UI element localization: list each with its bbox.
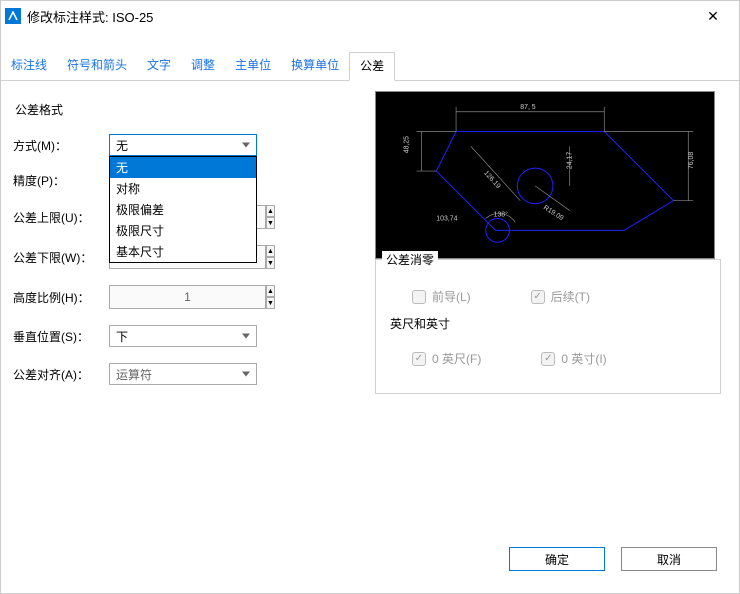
height-up[interactable]: ▲ bbox=[266, 285, 275, 297]
window-title: 修改标注样式: ISO-25 bbox=[27, 7, 153, 26]
precision-label: 精度(P)： bbox=[13, 172, 109, 189]
height-label: 高度比例(H)： bbox=[13, 289, 109, 306]
align-label: 公差对齐(A)： bbox=[13, 366, 109, 383]
tab-alternate[interactable]: 换算单位 bbox=[281, 52, 349, 81]
dim-left: 48,25 bbox=[404, 136, 411, 153]
method-dropdown: 无 对称 极限偏差 极限尺寸 基本尺寸 bbox=[109, 156, 257, 263]
ok-button[interactable]: 确定 bbox=[509, 547, 605, 571]
dim-right: 76,08 bbox=[688, 152, 695, 169]
height-input[interactable] bbox=[109, 285, 266, 309]
vpos-select[interactable]: 下 bbox=[109, 325, 257, 347]
method-select[interactable]: 无 bbox=[109, 134, 257, 156]
feet-label: 0 英尺(F) bbox=[432, 350, 481, 367]
checkbox-icon bbox=[541, 352, 555, 366]
method-label: 方式(M)： bbox=[13, 137, 109, 154]
trailing-label: 后续(T) bbox=[551, 288, 590, 305]
dim-top: 87, 5 bbox=[520, 104, 536, 111]
tolerance-format-legend: 公差格式 bbox=[15, 103, 63, 117]
height-spinner[interactable]: ▲▼ bbox=[109, 285, 257, 309]
tab-symbols[interactable]: 符号和箭头 bbox=[57, 52, 137, 81]
zero-suppress-group: 公差消零 前导(L) 后续(T) 英尺和英寸 0 英尺(F) 0 英寸(I) bbox=[375, 259, 721, 394]
lower-down[interactable]: ▼ bbox=[266, 257, 275, 269]
dim-bottom: 103,74 bbox=[436, 215, 457, 222]
leading-checkbox: 前导(L) bbox=[412, 288, 471, 305]
inch-legend: 英尺和英寸 bbox=[390, 315, 708, 332]
method-select-value: 无 bbox=[116, 139, 128, 153]
vpos-label: 垂直位置(S)： bbox=[13, 328, 109, 345]
tab-tolerance[interactable]: 公差 bbox=[349, 52, 395, 81]
close-button[interactable]: ✕ bbox=[693, 2, 733, 30]
method-option-basic[interactable]: 基本尺寸 bbox=[110, 241, 256, 262]
inches-label: 0 英寸(I) bbox=[561, 350, 606, 367]
align-select[interactable]: 运算符 bbox=[109, 363, 257, 385]
tolerance-format-group: 公差格式 方式(M)： 无 无 对称 极限偏差 极限尺寸 基本尺寸 bbox=[13, 91, 353, 417]
height-down[interactable]: ▼ bbox=[266, 297, 275, 309]
lower-label: 公差下限(W)： bbox=[13, 249, 109, 266]
method-option-deviation[interactable]: 极限偏差 bbox=[110, 199, 256, 220]
dim-mid1: 24,17 bbox=[567, 152, 574, 169]
upper-label: 公差上限(U)： bbox=[13, 209, 109, 226]
tab-lines[interactable]: 标注线 bbox=[1, 52, 57, 81]
checkbox-icon bbox=[412, 290, 426, 304]
tab-text[interactable]: 文字 bbox=[137, 52, 181, 81]
dim-angle: 138° bbox=[494, 211, 509, 219]
tab-bar: 标注线 符号和箭头 文字 调整 主单位 换算单位 公差 bbox=[1, 51, 739, 81]
method-option-none[interactable]: 无 bbox=[110, 157, 256, 178]
tab-fit[interactable]: 调整 bbox=[181, 52, 225, 81]
align-value: 运算符 bbox=[116, 368, 152, 382]
feet-checkbox: 0 英尺(F) bbox=[412, 350, 481, 367]
checkbox-icon bbox=[531, 290, 545, 304]
titlebar: 修改标注样式: ISO-25 ✕ bbox=[1, 1, 739, 31]
dim-diag: 126.19 bbox=[482, 170, 501, 190]
tab-primary[interactable]: 主单位 bbox=[225, 52, 281, 81]
method-option-symmetric[interactable]: 对称 bbox=[110, 178, 256, 199]
cancel-button[interactable]: 取消 bbox=[621, 547, 717, 571]
upper-up[interactable]: ▲ bbox=[266, 205, 275, 217]
leading-label: 前导(L) bbox=[432, 288, 471, 305]
dialog-footer: 确定 取消 bbox=[1, 529, 739, 593]
dim-radius: R19.09 bbox=[542, 204, 565, 222]
trailing-checkbox: 后续(T) bbox=[531, 288, 590, 305]
upper-down[interactable]: ▼ bbox=[266, 217, 275, 229]
checkbox-icon bbox=[412, 352, 426, 366]
preview-pane: 87, 5 48,25 24,17 76,08 126.19 R19.09 13… bbox=[375, 91, 715, 259]
inches-checkbox: 0 英寸(I) bbox=[541, 350, 606, 367]
dialog-window: 修改标注样式: ISO-25 ✕ 标注线 符号和箭头 文字 调整 主单位 换算单… bbox=[0, 0, 740, 594]
zero-suppress-legend: 公差消零 bbox=[382, 251, 438, 268]
vpos-value: 下 bbox=[116, 330, 128, 344]
method-option-limits[interactable]: 极限尺寸 bbox=[110, 220, 256, 241]
app-icon bbox=[5, 8, 21, 24]
lower-up[interactable]: ▲ bbox=[266, 245, 275, 257]
